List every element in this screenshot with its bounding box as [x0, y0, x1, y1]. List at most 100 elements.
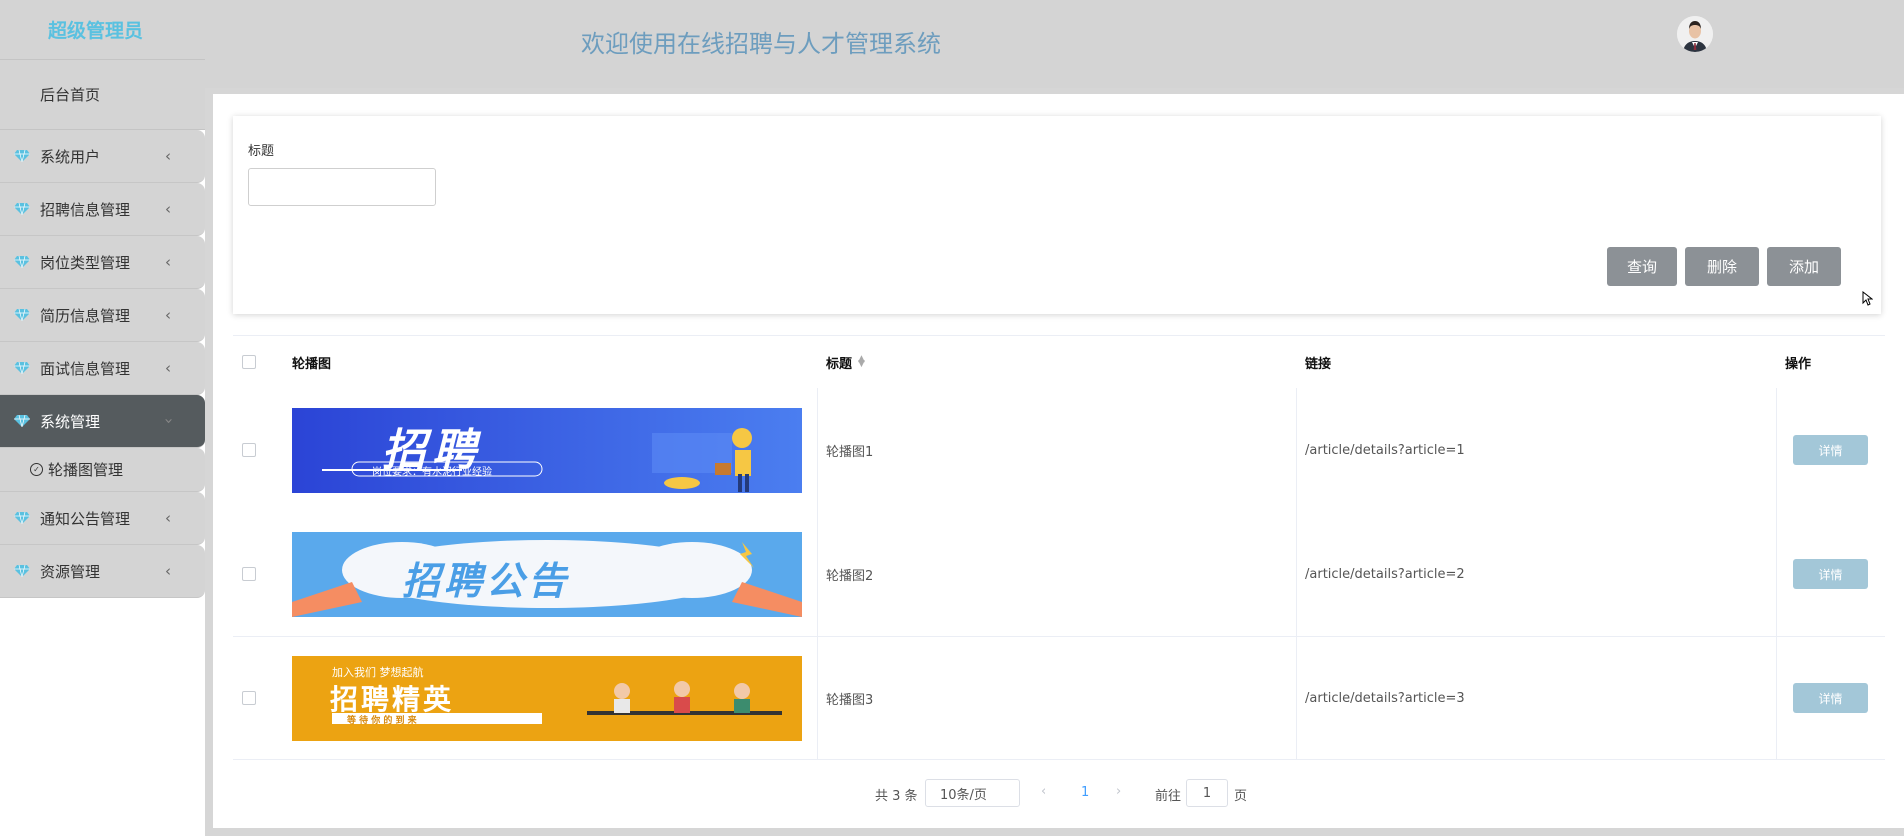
chevron-left-icon: ‹: [165, 253, 171, 271]
banner-headline: 招聘精英: [330, 682, 455, 716]
column-header-image: 轮播图: [292, 356, 332, 372]
sidebar-item-label: 面试信息管理: [40, 359, 131, 378]
sidebar-item-label: 系统管理: [40, 412, 101, 431]
action-cell: 详情: [1776, 388, 1885, 512]
chevron-left-icon: ‹: [165, 509, 171, 527]
sidebar-item-label: 资源管理: [40, 562, 101, 581]
sidebar-item-label: 通知公告管理: [40, 509, 131, 528]
table-row: 加入我们 梦想起航 招聘精英 等 待 你 的 到 来 轮播图3 /article…: [233, 636, 1885, 760]
column-header-link: 链接: [1305, 356, 1332, 372]
sidebar-brand: 超级管理员: [0, 0, 205, 60]
title-cell: 轮播图2: [826, 568, 874, 584]
row-select-cell: [233, 637, 283, 759]
row-checkbox[interactable]: [242, 443, 256, 457]
diamond-icon: [14, 309, 30, 321]
banner-subtitle: 岗位要求：有水泥行业经验: [372, 466, 492, 478]
next-page-icon[interactable]: ›: [1116, 784, 1121, 799]
page-size-select[interactable]: 10条/页: [925, 779, 1020, 807]
table-header: 轮播图 标题 ▲ ▼ 链接 操作: [233, 336, 1885, 388]
sidebar-item-label: 岗位类型管理: [40, 253, 131, 272]
sidebar-item-system-users[interactable]: 系统用户 ‹: [0, 130, 205, 183]
sidebar-item-position-types[interactable]: 岗位类型管理 ‹: [0, 236, 205, 289]
search-panel: 标题 查询 删除 添加: [233, 116, 1881, 314]
user-avatar-icon: [1677, 16, 1713, 52]
delete-button[interactable]: 删除: [1685, 247, 1759, 286]
row-checkbox[interactable]: [242, 691, 256, 705]
page-number-current[interactable]: 1: [1081, 785, 1089, 800]
select-all-cell: [233, 336, 283, 388]
prev-page-icon[interactable]: ‹: [1041, 784, 1046, 799]
title-search-input[interactable]: [248, 168, 436, 206]
row-checkbox[interactable]: [242, 567, 256, 581]
banner-headline: 招聘公告: [402, 558, 571, 603]
chevron-left-icon: ‹: [165, 562, 171, 580]
banner-graphic: [322, 427, 752, 492]
chevron-down-icon: ‹: [159, 418, 177, 424]
diamond-icon: [14, 150, 30, 162]
link-cell: /article/details?article=3: [1305, 690, 1465, 706]
sidebar-subitem-label: 轮播图管理: [48, 461, 124, 479]
goto-page-input[interactable]: 1: [1186, 779, 1228, 807]
select-all-checkbox[interactable]: [242, 355, 256, 369]
goto-label: 前往: [1155, 789, 1182, 804]
column-header-action: 操作: [1785, 356, 1812, 372]
action-cell: 详情: [1776, 637, 1885, 759]
column-header-title-label: 标题: [826, 356, 853, 372]
chevron-left-icon: ‹: [165, 200, 171, 218]
pagination-total: 共 3 条: [875, 789, 918, 804]
column-header-title[interactable]: 标题 ▲ ▼: [817, 336, 865, 388]
detail-button[interactable]: 详情: [1793, 559, 1868, 589]
carousel-image[interactable]: 招聘公告: [292, 531, 802, 617]
sidebar-item-label: 系统用户: [40, 147, 101, 166]
goto-unit-label: 页: [1234, 789, 1248, 804]
sidebar-item-home[interactable]: 后台首页: [0, 60, 205, 130]
avatar[interactable]: [1677, 16, 1713, 52]
title-cell: 轮播图1: [826, 444, 874, 460]
check-circle-icon: ✓: [30, 463, 43, 476]
detail-button[interactable]: 详情: [1793, 683, 1868, 713]
chevron-left-icon: ‹: [165, 359, 171, 377]
row-select-cell: [233, 388, 283, 512]
table-row: 招聘 岗位要求：有水泥行业经验 轮播图1 /article/details?ar…: [233, 388, 1885, 512]
sidebar-item-recruitment[interactable]: 招聘信息管理 ‹: [0, 183, 205, 236]
query-button[interactable]: 查询: [1607, 247, 1677, 286]
add-button[interactable]: 添加: [1767, 247, 1841, 286]
sidebar: 超级管理员 后台首页 系统用户 ‹ 招聘信息管理 ‹ 岗位类型管理 ‹ 简历信息…: [0, 0, 205, 836]
chevron-left-icon: ‹: [165, 147, 171, 165]
carousel-image[interactable]: 加入我们 梦想起航 招聘精英 等 待 你 的 到 来: [292, 655, 802, 741]
top-header: 欢迎使用在线招聘与人才管理系统: [205, 0, 1904, 88]
sort-icon[interactable]: ▲ ▼: [858, 355, 865, 369]
banner-subtitle: 等 待 你 的 到 来: [347, 715, 417, 726]
sidebar-item-resumes[interactable]: 简历信息管理 ‹: [0, 289, 205, 342]
sidebar-item-label: 招聘信息管理: [40, 200, 131, 219]
sidebar-item-notices[interactable]: 通知公告管理 ‹: [0, 492, 205, 545]
carousel-table: 轮播图 标题 ▲ ▼ 链接 操作 招聘 岗位要求：有水泥行业经验 轮播图1 /a…: [233, 335, 1885, 760]
link-cell: /article/details?article=2: [1305, 566, 1465, 582]
diamond-icon: [14, 565, 30, 577]
diamond-icon: [14, 203, 30, 215]
banner-cell: 招聘公告: [283, 512, 802, 636]
diamond-icon: [14, 362, 30, 374]
diamond-icon: [14, 512, 30, 524]
sidebar-item-system-management[interactable]: 系统管理 ‹: [0, 395, 205, 448]
sidebar-subitem-carousel[interactable]: ✓ 轮播图管理: [0, 448, 205, 492]
chevron-left-icon: ‹: [165, 306, 171, 324]
title-filter-label: 标题: [248, 144, 275, 159]
mouse-cursor-icon: [1862, 291, 1873, 306]
page-title: 欢迎使用在线招聘与人才管理系统: [581, 30, 941, 58]
sidebar-item-resources[interactable]: 资源管理 ‹: [0, 545, 205, 598]
main-content: 标题 查询 删除 添加 轮播图 标题 ▲ ▼ 链接 操作 招聘 岗位要求：有水泥…: [213, 94, 1904, 828]
sidebar-item-label: 简历信息管理: [40, 306, 131, 325]
diamond-icon: [14, 256, 30, 268]
sidebar-item-interviews[interactable]: 面试信息管理 ‹: [0, 342, 205, 395]
pagination: 共 3 条 10条/页 ‹ 1 › 前往 1 页: [213, 779, 1904, 807]
banner-cell: 加入我们 梦想起航 招聘精英 等 待 你 的 到 来: [283, 637, 802, 759]
carousel-image[interactable]: 招聘 岗位要求：有水泥行业经验: [292, 407, 802, 493]
diamond-icon: [14, 415, 30, 427]
detail-button[interactable]: 详情: [1793, 435, 1868, 465]
title-cell: 轮播图3: [826, 692, 874, 708]
banner-cell: 招聘 岗位要求：有水泥行业经验: [283, 388, 802, 512]
table-row: 招聘公告 轮播图2 /article/details?article=2 详情: [233, 512, 1885, 636]
action-cell: 详情: [1776, 512, 1885, 636]
row-select-cell: [233, 512, 283, 636]
